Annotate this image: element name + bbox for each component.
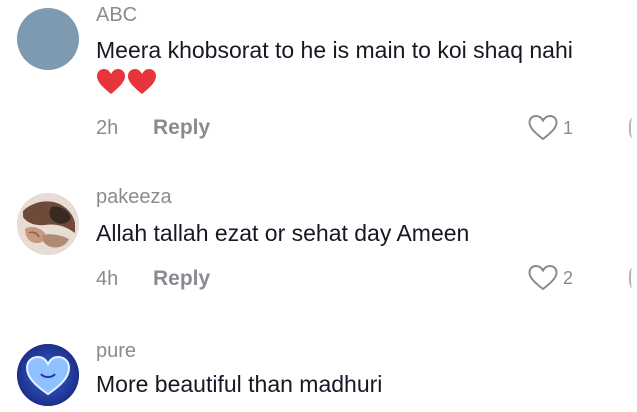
more-options-icon[interactable] [629,118,637,138]
comment-username[interactable]: ABC [96,4,137,27]
comment-text: Allah tallah ezat or sehat day Ameen [96,220,470,246]
comment-text: More beautiful than madhuri [96,371,383,397]
avatar[interactable] [17,344,79,406]
more-options-icon[interactable] [629,268,637,288]
avatar-photo [17,344,79,406]
heart-outline-icon [528,114,558,141]
comment-text: Meera khobsorat to he is main to koi sha… [96,37,573,63]
comment-item-1: ABC Meera khobsorat to he is main to koi… [0,0,637,150]
heart-outline-icon [528,264,558,291]
comment-username[interactable]: pure [96,340,136,363]
comment-emoji-line [96,68,158,96]
avatar[interactable] [17,8,79,70]
like-button[interactable]: 1 [527,114,573,142]
avatar[interactable] [17,193,79,255]
comment-item-3: pure More beautiful than madhuri [0,330,637,412]
like-count: 1 [563,117,574,138]
comment-timestamp: 2h [96,117,119,139]
comment-timestamp: 4h [96,268,119,290]
heart-emoji-icon [97,69,156,94]
reply-button[interactable]: Reply [153,116,210,140]
comment-item-2: pakeeza Allah tallah ezat or sehat day A… [0,180,637,310]
avatar-photo [17,193,79,255]
comment-username[interactable]: pakeeza [96,186,172,209]
reply-button[interactable]: Reply [153,267,210,291]
like-button[interactable]: 2 [527,264,573,292]
like-count: 2 [563,267,574,288]
